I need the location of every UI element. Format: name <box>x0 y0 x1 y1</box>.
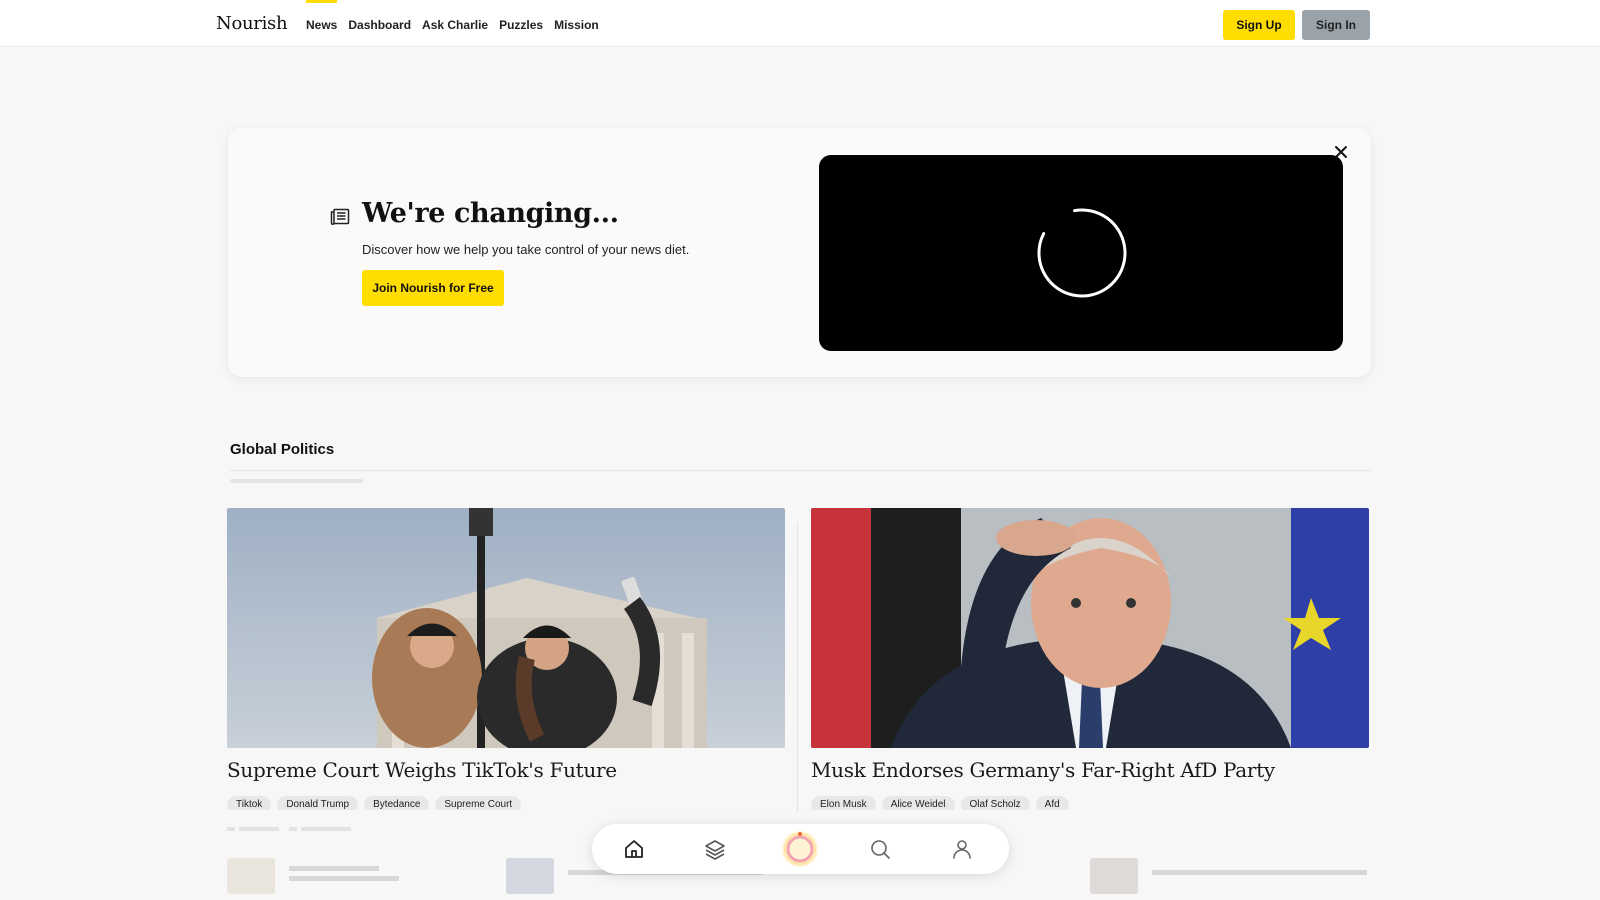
newspaper-icon <box>330 208 350 225</box>
article-tags: Elon Musk Alice Weidel Olaf Scholz Afd <box>811 796 1069 810</box>
article-image-afd[interactable] <box>811 508 1369 748</box>
join-free-button[interactable]: Join Nourish for Free <box>362 270 504 306</box>
promo-subtitle: Discover how we help you take control of… <box>362 242 690 257</box>
close-icon[interactable] <box>1333 144 1349 160</box>
tag-chip[interactable]: Alice Weidel <box>881 796 955 810</box>
article-title[interactable]: Supreme Court Weighs TikTok's Future <box>227 758 617 782</box>
user-icon[interactable] <box>950 837 974 861</box>
promo-video-player[interactable] <box>819 155 1343 351</box>
promo-title: We're changing... <box>362 198 619 229</box>
related-article-thumbnail <box>1090 858 1138 894</box>
column-divider <box>797 522 798 812</box>
nav-item-mission[interactable]: Mission <box>554 0 599 47</box>
tag-chip[interactable]: Supreme Court <box>435 796 522 810</box>
nav-item-dashboard[interactable]: Dashboard <box>348 0 411 47</box>
tag-chip[interactable]: Donald Trump <box>277 796 359 810</box>
section-tab-indicator <box>230 479 363 483</box>
article-image-tiktok[interactable] <box>227 508 785 748</box>
related-article-item[interactable] <box>227 858 409 894</box>
section-divider <box>230 470 1371 471</box>
tag-chip[interactable]: Afd <box>1035 796 1069 810</box>
tag-chip[interactable]: Tiktok <box>227 796 272 810</box>
tag-chip[interactable]: Olaf Scholz <box>960 796 1030 810</box>
tag-chip[interactable]: Bytedance <box>364 796 430 810</box>
tag-chip[interactable]: Elon Musk <box>811 796 876 810</box>
layers-icon[interactable] <box>703 837 727 861</box>
related-article-thumbnail <box>506 858 554 894</box>
nav-item-puzzles[interactable]: Puzzles <box>499 0 543 47</box>
related-article-title-placeholder <box>289 864 409 888</box>
nav-item-ask-charlie[interactable]: Ask Charlie <box>422 0 488 47</box>
related-article-thumbnail <box>227 858 275 894</box>
promo-card: We're changing... Discover how we help y… <box>228 128 1371 377</box>
home-icon[interactable] <box>622 837 646 861</box>
bottom-navigation <box>592 824 1009 874</box>
nav-item-news[interactable]: News <box>306 0 338 47</box>
nourish-logo[interactable]: Nourish <box>216 13 288 34</box>
section-title: Global Politics <box>230 441 335 458</box>
article-title[interactable]: Musk Endorses Germany's Far-Right AfD Pa… <box>811 758 1275 782</box>
article-meta-faded <box>227 824 357 836</box>
search-icon[interactable] <box>868 837 892 861</box>
nourish-ring-icon[interactable] <box>780 829 820 869</box>
loading-spinner-icon <box>1037 208 1127 298</box>
related-article-title-placeholder <box>1152 864 1367 888</box>
related-article-item[interactable] <box>1090 858 1367 894</box>
main-nav: News Dashboard Ask Charlie Puzzles Missi… <box>306 0 599 47</box>
article-tags: Tiktok Donald Trump Bytedance Supreme Co… <box>227 796 522 810</box>
sign-in-button[interactable]: Sign In <box>1302 10 1370 40</box>
top-navigation-bar: Nourish News Dashboard Ask Charlie Puzzl… <box>0 0 1600 47</box>
sign-up-button[interactable]: Sign Up <box>1223 10 1295 40</box>
